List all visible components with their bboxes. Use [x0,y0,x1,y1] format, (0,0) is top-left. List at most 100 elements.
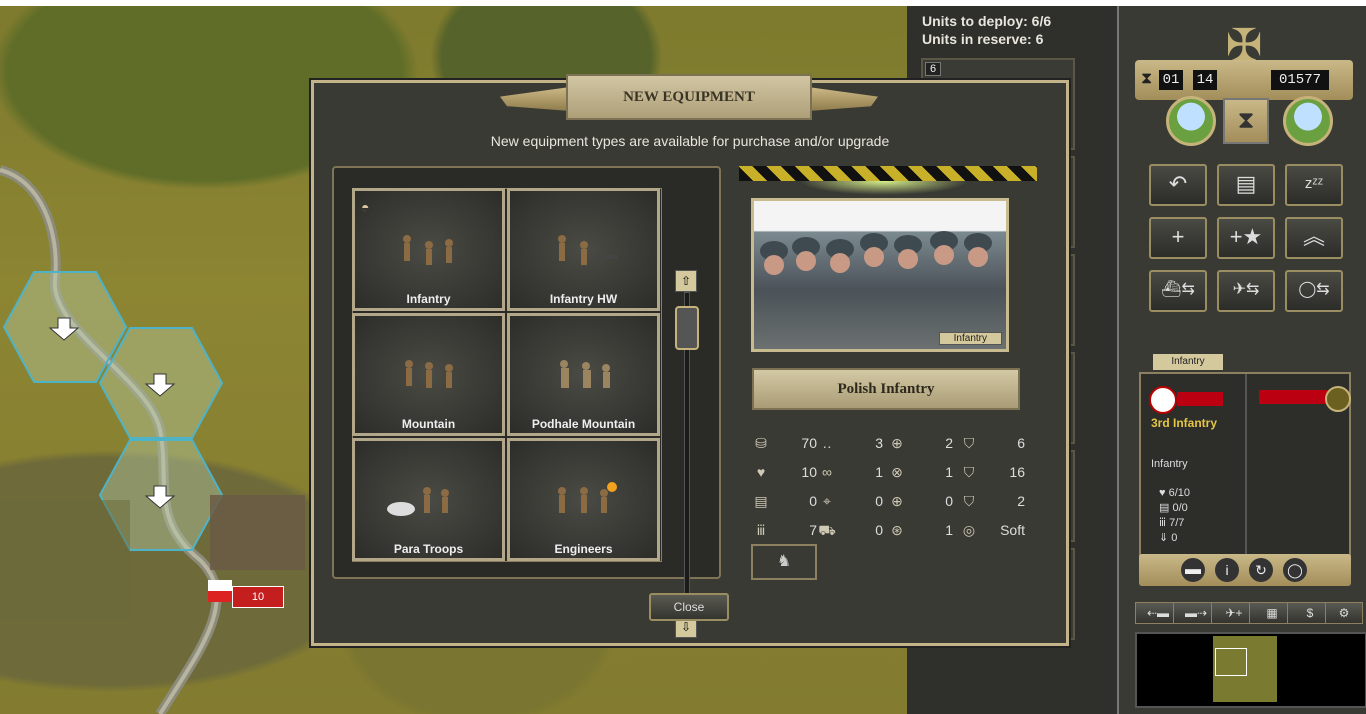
tank-icon[interactable]: ▬ [1181,558,1205,582]
turn-total: 14 [1193,70,1217,90]
unit-type: Infantry [1151,458,1188,470]
poland-insignia-icon [1149,386,1177,414]
transport-icon: ⛟ [818,522,836,538]
embark-naval-button[interactable]: ⛴⇆ [1149,270,1207,312]
info-icon[interactable]: i [1215,558,1239,582]
experience-stat: 0 [1171,532,1178,544]
ground-defense-icon: ⛉ [963,435,975,451]
stat-item: ⌖ 0 [817,491,887,513]
unit-list-scrollbar[interactable]: ⇧ ⇩ [675,270,699,640]
disband-button[interactable]: ▤ [1217,164,1275,206]
unit-card-label: Infantry HW [549,292,618,306]
embark-air-button[interactable]: ✈⇆ [1217,270,1275,312]
stat-value: 1 [875,464,883,480]
stat-item: ▤ 0 [751,491,821,513]
strength-stat: 6/10 [1168,487,1191,499]
scroll-thumb[interactable] [675,306,699,350]
unit-card-infantry[interactable]: ◓ Infantry [352,188,505,311]
engineers-figure-icon [558,482,617,513]
minimap-viewport[interactable] [1215,648,1247,676]
close-button[interactable]: Close [649,593,729,621]
prestige-counter: 01577 [1271,70,1329,90]
unit-tab[interactable]: Infantry [1153,354,1223,370]
upgrade-button[interactable]: ︽ [1285,217,1343,259]
close-defense-icon: ⛉ [963,493,975,509]
unit-info-card: 3rd Infantry Infantry ♥ 6/10 ▤ 0/0 ⅲ 7/7… [1139,372,1351,556]
helmet-icon: ◓ [361,199,370,215]
unit-stats-list: ♥ 6/10 ▤ 0/0 ⅲ 7/7 ⇓ 0 [1159,487,1191,544]
unit-list: ◓ Infantry Infantry HW Mountain Podhale … [332,166,721,638]
unit-card-engineers[interactable]: Engineers [507,438,660,561]
scroll-up-icon[interactable]: ⇧ [675,270,697,292]
new-equipment-dialog: NEW EQUIPMENT New equipment types are av… [311,74,1069,646]
forecast-globe-icon[interactable] [1283,96,1333,146]
air-attack-icon: ⊕ [891,493,903,509]
stat-item: ‥ 3 [817,433,887,455]
weather-globe-icon[interactable] [1166,96,1216,146]
unit-name: 3rd Infantry [1151,416,1218,430]
mountain-figure-icon [405,360,453,388]
reinforce-button[interactable]: + [1149,217,1207,259]
stat-value: 70 [801,435,817,451]
stat-item: ⅲ7 [751,520,821,542]
control-panel: ✠ ⧗ 01 14 01577 ⧗ ↶ ▤ zᶻᶻ + +★ ︽ ⛴⇆ ✈⇆ ◯… [1117,6,1366,714]
fuel-icon: ▤ [754,493,768,509]
unit-card-infantry-hw[interactable]: Infantry HW [507,188,660,311]
target-type-icon: ◎ [962,522,976,538]
slot-number: 6 [925,62,942,76]
unit-card-label: Podhale Mountain [531,417,636,431]
soldier-class-icon: ♞ [751,544,817,580]
range-icon: ⌖ [823,493,831,509]
unit-photo: Infantry [751,198,1009,352]
stat-item: ⊗ 1 [887,462,957,484]
end-turn-hourglass-icon[interactable]: ⧗ [1223,98,1269,144]
stat-item: ⊕ 0 [887,491,957,513]
footsteps-icon: ‥ [822,435,832,451]
stat-value: 3 [875,435,883,451]
stat-item: ∞ 1 [817,462,887,484]
empty-rank-bar [1259,390,1329,404]
unit-card-podhale-mountain[interactable]: Podhale Mountain [507,313,660,436]
unit-strength: 10 [251,591,265,603]
unit-strength-badge[interactable]: 10 [232,586,284,608]
coins-icon: ⛁ [755,435,767,451]
stat-value: 10 [801,464,817,480]
unit-actions-bar: ▬ i ↻ ◯ [1139,554,1351,586]
chat-icon[interactable]: ◯ [1283,558,1307,582]
stat-value: 0 [875,522,883,538]
stat-value: 7 [809,522,817,538]
unit-card-label: Engineers [554,542,613,556]
hard-attack-icon: ⊗ [891,464,903,480]
infantry-figure-icon [403,235,453,265]
stat-item: ⛉ 16 [959,462,1029,484]
stat-value: Soft [1000,522,1025,538]
soldiers-photo [760,231,992,275]
stat-item: ⊕ 2 [887,433,957,455]
stat-value: 1 [945,522,953,538]
stat-value: 2 [1017,493,1025,509]
ammo-icon: ⅲ [756,522,766,538]
mount-button[interactable]: ◯⇆ [1285,270,1343,312]
minimap[interactable] [1135,632,1366,708]
stat-item: ⛁ 70 [751,433,821,455]
unit-card-mountain[interactable]: Mountain [352,313,505,436]
hazard-stripe [739,166,1037,181]
naval-attack-icon: ⊛ [891,522,903,538]
ammo-stat: 7/7 [1169,517,1185,529]
stat-item: ◎ Soft [959,520,1029,542]
unit-card-para-troops[interactable]: Para Troops [352,438,505,561]
stat-item: ⊛ 1 [887,520,957,542]
fuel-stat: 0/0 [1172,502,1188,514]
unit-card-label: Para Troops [393,542,464,556]
photo-label: Infantry [938,332,1002,345]
infantry-hw-figure-icon [558,235,618,265]
poland-flag-icon [208,580,232,602]
rotate-icon[interactable]: ↻ [1249,558,1273,582]
para-troops-figure-icon [387,487,449,516]
settings-icon[interactable]: ⚙ [1325,602,1363,624]
stat-value: 0 [875,493,883,509]
elite-reinforce-button[interactable]: +★ [1217,217,1275,259]
sleep-button[interactable]: zᶻᶻ [1285,164,1343,206]
undo-button[interactable]: ↶ [1149,164,1207,206]
podhale-figure-icon [560,360,610,388]
